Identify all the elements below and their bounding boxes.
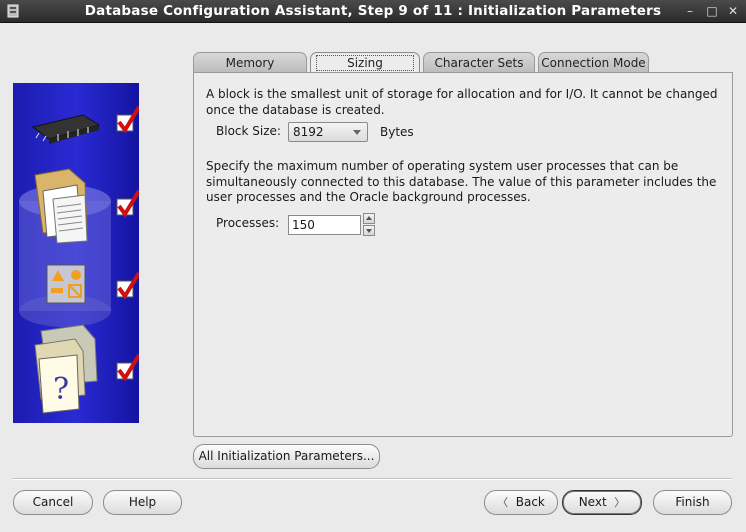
divider [13, 478, 732, 480]
window-title: Database Configuration Assistant, Step 9… [84, 3, 662, 19]
step-illustration: ? [13, 83, 139, 423]
close-button[interactable]: ✕ [725, 3, 741, 19]
processes-label: Processes: [216, 216, 280, 230]
memory-chip-icon [31, 114, 101, 144]
processes-stepper[interactable] [363, 213, 375, 237]
checkmark-icon [116, 105, 139, 134]
chevron-right-icon: 〉 [614, 496, 626, 509]
help-document-icon: ? [34, 324, 98, 414]
tab-character-sets[interactable]: Character Sets [423, 52, 535, 72]
minimize-button[interactable]: – [682, 3, 698, 19]
chevron-left-icon: 〈 [497, 496, 509, 509]
block-size-value: 8192 [293, 125, 324, 139]
maximize-button[interactable]: □ [704, 3, 720, 19]
help-button[interactable]: Help [103, 490, 182, 515]
finish-button[interactable]: Finish [653, 490, 732, 515]
sizing-panel: A block is the smallest unit of storage … [193, 72, 733, 437]
block-size-unit: Bytes [380, 125, 414, 139]
documents-icon [34, 168, 88, 244]
block-size-description: A block is the smallest unit of storage … [206, 87, 718, 117]
next-button[interactable]: Next 〉 [562, 490, 642, 515]
spin-down-icon[interactable] [363, 225, 375, 236]
cancel-button[interactable]: Cancel [13, 490, 93, 515]
tab-connection-mode[interactable]: Connection Mode [538, 52, 649, 72]
checkmark-icon [116, 353, 139, 382]
chevron-down-icon [353, 130, 361, 135]
tab-sizing[interactable]: Sizing [310, 52, 420, 73]
svg-text:?: ? [53, 372, 69, 407]
block-size-select[interactable]: 8192 [288, 122, 368, 142]
shapes-icon [46, 264, 86, 304]
processes-input[interactable]: 150 [288, 215, 361, 235]
checkmark-icon [116, 189, 139, 218]
checkmark-icon [116, 271, 139, 300]
spin-up-icon[interactable] [363, 213, 375, 224]
block-size-label: Block Size: [216, 124, 281, 138]
processes-description: Specify the maximum number of operating … [206, 159, 717, 204]
all-initialization-parameters-button[interactable]: All Initialization Parameters... [193, 444, 380, 469]
back-button[interactable]: 〈 Back [484, 490, 558, 515]
tab-memory[interactable]: Memory [193, 52, 307, 72]
title-bar: Database Configuration Assistant, Step 9… [0, 0, 746, 23]
